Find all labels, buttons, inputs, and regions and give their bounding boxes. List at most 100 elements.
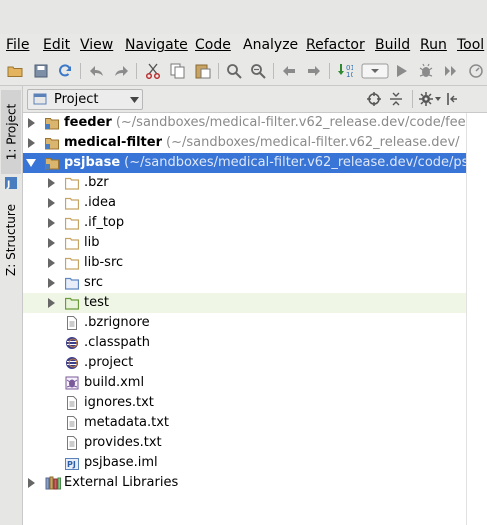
collapsed-arrow-icon[interactable]	[45, 233, 57, 253]
tree-item-label: src	[84, 275, 103, 290]
collapsed-arrow-icon[interactable]	[25, 473, 37, 493]
back-icon[interactable]	[280, 62, 298, 80]
menu-build-label: Build	[375, 37, 411, 53]
tree-row[interactable]: src	[23, 273, 487, 293]
tree-item-name: src	[84, 275, 103, 290]
tree-row[interactable]: test	[23, 293, 487, 313]
tree-item-name: psjbase.iml	[84, 455, 158, 470]
collapsed-arrow-icon[interactable]	[45, 293, 57, 313]
tree-row[interactable]: feeder (~/sandboxes/medical-filter.v62_re…	[23, 113, 487, 133]
test-folder-icon	[64, 296, 80, 310]
collapse-all-icon[interactable]	[388, 91, 404, 107]
menu-run-label: Run	[420, 37, 447, 53]
replace-icon[interactable]	[249, 62, 267, 80]
menu-refactor[interactable]: Refactor	[306, 37, 365, 53]
collapsed-arrow-icon[interactable]	[25, 113, 37, 133]
tree-scrollbar[interactable]	[466, 113, 487, 525]
tree-item-name: .bzrignore	[84, 315, 150, 330]
menu-refactor-label: Refactor	[306, 37, 365, 53]
chevron-down-icon	[130, 97, 139, 103]
menu-edit[interactable]: Edit	[43, 37, 70, 53]
copy-icon[interactable]	[169, 62, 187, 80]
tree-item-label: lib	[84, 235, 99, 250]
tree-row[interactable]: provides.txt	[23, 433, 487, 453]
debug-icon[interactable]	[417, 62, 435, 80]
cut-icon[interactable]	[144, 62, 162, 80]
profiler-icon[interactable]	[467, 62, 485, 80]
coverage-icon[interactable]	[442, 62, 460, 80]
menu-build[interactable]: Build	[375, 37, 410, 53]
tree-row[interactable]: .classpath	[23, 333, 487, 353]
build-icon[interactable]: 01 10	[336, 62, 354, 80]
module-folder-icon	[45, 156, 59, 170]
tree-row[interactable]: External Libraries	[23, 473, 487, 493]
tree-item-name: .idea	[84, 195, 116, 210]
tree-item-name: External Libraries	[64, 475, 179, 490]
save-icon[interactable]	[32, 62, 50, 80]
open-folder-icon[interactable]	[6, 62, 24, 80]
tree-item-label: .bzrignore	[84, 315, 150, 330]
tree-row[interactable]: .idea	[23, 193, 487, 213]
tree-row[interactable]: ignores.txt	[23, 393, 487, 413]
tree-row[interactable]: .bzr	[23, 173, 487, 193]
project-panel-header: Project	[23, 86, 487, 113]
tree-item-label: build.xml	[84, 375, 144, 390]
undo-icon[interactable]	[88, 62, 106, 80]
find-icon[interactable]	[225, 62, 243, 80]
menu-view[interactable]: View	[80, 37, 113, 53]
project-module-icon[interactable]: J	[4, 176, 18, 190]
hide-panel-icon[interactable]	[445, 91, 461, 107]
redo-icon[interactable]	[112, 62, 130, 80]
menu-file[interactable]: File	[6, 37, 29, 53]
menu-navigate[interactable]: Navigate	[125, 37, 188, 53]
menu-analyze[interactable]: Analyze	[243, 37, 298, 53]
menu-navigate-label: Navigate	[125, 37, 188, 53]
tree-row[interactable]: psjbase (~/sandboxes/medical-filter.v62_r…	[23, 153, 487, 173]
tree-row[interactable]: medical-filter (~/sandboxes/medical-filte…	[23, 133, 487, 153]
collapsed-arrow-icon[interactable]	[25, 133, 37, 153]
tree-item-label: .idea	[84, 195, 116, 210]
toolbar-separator	[273, 63, 274, 79]
collapsed-arrow-icon[interactable]	[45, 213, 57, 233]
tool-window-sidebar: 1: Project J Z: Structure	[0, 86, 23, 525]
menu-code[interactable]: Code	[195, 37, 231, 53]
settings-gear-icon[interactable]	[419, 91, 441, 107]
sync-icon[interactable]	[56, 62, 74, 80]
tab-structure-label: Z: Structure	[4, 204, 18, 276]
tab-project[interactable]: 1: Project	[1, 90, 21, 174]
tab-structure[interactable]: Z: Structure	[1, 192, 21, 288]
tree-item-name: metadata.txt	[84, 415, 170, 430]
collapsed-arrow-icon[interactable]	[45, 253, 57, 273]
folder-icon	[64, 216, 80, 230]
tree-row[interactable]: .bzrignore	[23, 313, 487, 333]
project-view-label: Project	[54, 92, 99, 107]
run-config-dropdown-icon[interactable]	[361, 62, 389, 80]
tree-row[interactable]: .if_top	[23, 213, 487, 233]
main-toolbar: 01 10	[0, 57, 487, 86]
toolbar-separator	[329, 63, 330, 79]
project-view-selector[interactable]: Project	[27, 89, 143, 110]
scroll-from-source-icon[interactable]	[366, 91, 382, 107]
folder-icon	[64, 196, 80, 210]
paste-icon[interactable]	[194, 62, 212, 80]
text-file-icon	[65, 436, 79, 450]
collapsed-arrow-icon[interactable]	[45, 273, 57, 293]
tree-row[interactable]: metadata.txt	[23, 413, 487, 433]
tree-row[interactable]: .project	[23, 353, 487, 373]
tree-row[interactable]: lib-src	[23, 253, 487, 273]
menu-tools[interactable]: Tool	[457, 37, 484, 53]
collapsed-arrow-icon[interactable]	[45, 193, 57, 213]
collapsed-arrow-icon[interactable]	[45, 173, 57, 193]
tree-row[interactable]: lib	[23, 233, 487, 253]
text-file-icon	[65, 316, 79, 330]
tree-item-name: feeder	[64, 115, 112, 130]
menu-run[interactable]: Run	[420, 37, 447, 53]
expanded-arrow-icon[interactable]	[25, 153, 37, 173]
toolbar-separator	[136, 63, 137, 79]
run-icon[interactable]	[392, 62, 410, 80]
tree-item-label: ignores.txt	[84, 395, 154, 410]
tree-row[interactable]: build.xml	[23, 373, 487, 393]
forward-icon[interactable]	[305, 62, 323, 80]
tree-row[interactable]: PJ psjbase.iml	[23, 453, 487, 473]
menu-tools-label: Tool	[457, 37, 485, 53]
